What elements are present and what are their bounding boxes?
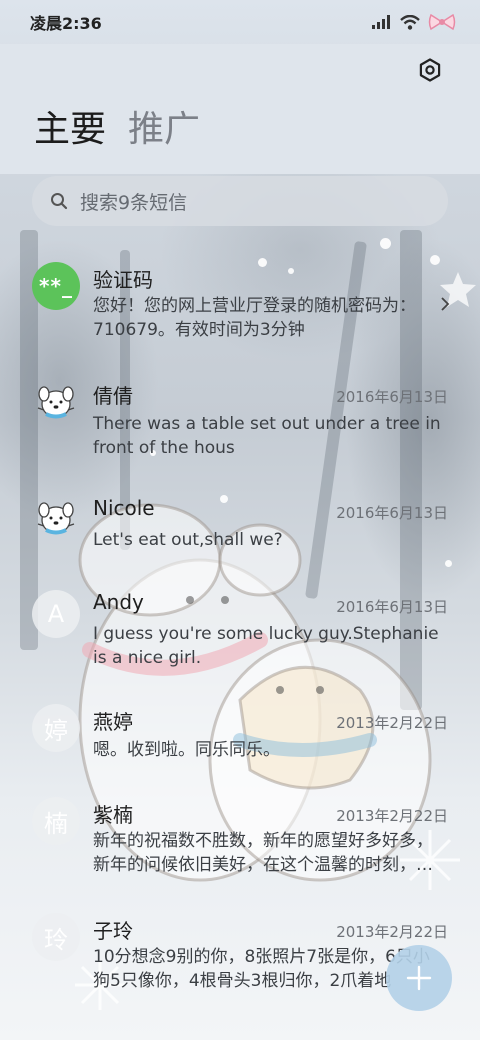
settings-icon xyxy=(419,58,441,82)
contact-name: 验证码 xyxy=(93,268,153,292)
avatar: **_ xyxy=(32,262,80,310)
conversation-item[interactable]: Nicole 2016年6月13日 Let's eat out,shall we… xyxy=(0,494,480,564)
message-preview: There was a table set out under a tree i… xyxy=(93,414,441,458)
new-message-button[interactable] xyxy=(386,945,452,1011)
conversation-item[interactable]: A Andy 2016年6月13日 I guess you're some lu… xyxy=(0,588,480,678)
search-placeholder: 搜索9条短信 xyxy=(80,191,188,214)
message-preview: 新年的祝福数不胜数，新年的愿望好多好多，新年的问候依旧美好，在这个温馨的时刻，… xyxy=(93,831,433,875)
search-input[interactable]: 搜索9条短信 xyxy=(32,176,448,226)
message-preview: 您好！您的网上营业厅登录的随机密码为：710679。有效时间为3分钟 xyxy=(93,296,416,340)
tab-promotions[interactable]: 推广 xyxy=(128,108,200,152)
status-bar: 凌晨2:36 xyxy=(0,0,480,44)
bow-icon xyxy=(428,13,456,31)
conversation-item[interactable]: 婷 燕婷 2013年2月22日 嗯。收到啦。同乐同乐。 xyxy=(0,704,480,774)
chevron-right-icon[interactable] xyxy=(440,296,450,312)
message-date: 2013年2月22日 xyxy=(336,714,448,732)
contact-name: Nicole xyxy=(93,496,155,520)
contact-name: 子玲 xyxy=(93,919,133,943)
avatar: 婷 xyxy=(32,704,80,752)
conversation-item[interactable]: **_ 验证码 您好！您的网上营业厅登录的随机密码为：710679。有效时间为3… xyxy=(0,262,480,362)
message-preview: I guess you're some lucky guy.Stephanie … xyxy=(93,624,439,668)
avatar: 楠 xyxy=(32,797,80,845)
settings-button[interactable] xyxy=(416,56,444,84)
dog-avatar-icon xyxy=(37,502,75,535)
avatar: 玲 xyxy=(32,913,80,961)
message-preview: 嗯。收到啦。同乐同乐。 xyxy=(93,740,280,760)
dog-avatar-icon xyxy=(37,386,75,419)
app-header: 主要 推广 xyxy=(0,44,480,174)
conversation-item[interactable]: 倩倩 2016年6月13日 There was a table set out … xyxy=(0,378,480,478)
search-icon xyxy=(51,193,68,210)
message-date: 2013年2月22日 xyxy=(336,923,448,941)
message-preview: Let's eat out,shall we? xyxy=(93,530,283,550)
avatar xyxy=(32,494,80,542)
message-date: 2016年6月13日 xyxy=(336,504,448,522)
message-date: 2013年2月22日 xyxy=(336,807,448,825)
avatar: A xyxy=(32,590,80,638)
contact-name: Andy xyxy=(93,590,144,614)
signal-icon xyxy=(372,15,390,29)
wifi-icon xyxy=(400,14,420,30)
tab-bar: 主要 推广 xyxy=(34,108,200,152)
tab-primary[interactable]: 主要 xyxy=(34,108,106,152)
status-time: 凌晨2:36 xyxy=(30,14,102,33)
plus-icon xyxy=(406,965,432,991)
contact-name: 紫楠 xyxy=(93,803,133,827)
message-date: 2016年6月13日 xyxy=(336,598,448,616)
avatar xyxy=(32,378,80,426)
conversation-item[interactable]: 楠 紫楠 2013年2月22日 新年的祝福数不胜数，新年的愿望好多好多，新年的问… xyxy=(0,797,480,897)
message-date: 2016年6月13日 xyxy=(336,388,448,406)
contact-name: 燕婷 xyxy=(93,710,133,734)
contact-name: 倩倩 xyxy=(93,384,133,408)
